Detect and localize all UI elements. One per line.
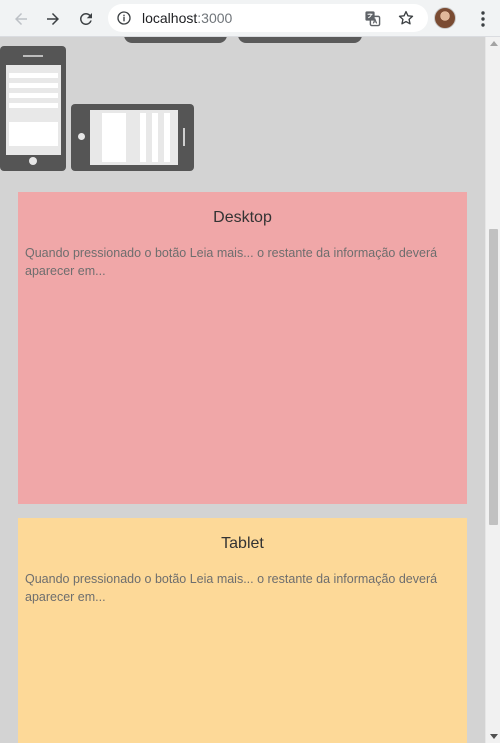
tablet-screen [90,110,178,165]
phone-screen [6,65,61,155]
browser-toolbar: localhost:3000 [0,0,500,37]
arrow-left-icon [15,13,27,25]
tablet-camera [78,133,85,140]
address-bar[interactable]: localhost:3000 [108,4,428,32]
kebab-menu-icon [481,11,485,27]
phone-screen-block [9,122,58,146]
reload-icon [79,12,92,25]
scrollbar-thumb[interactable] [489,229,498,525]
translate-icon[interactable] [364,10,381,27]
tablet-card-text: Quando pressionado o botão Leia mais... … [25,572,438,604]
vertical-scrollbar[interactable] [485,37,500,743]
phone-screen-line [9,103,58,108]
scroll-up-arrow-icon[interactable] [490,41,498,46]
phone-screen-line [9,83,58,88]
info-icon[interactable] [116,10,132,26]
url-text: localhost:3000 [142,10,232,26]
partial-button-left[interactable] [124,37,227,43]
partial-button-right[interactable] [238,37,362,43]
phone-screen-line [9,73,58,78]
forward-button[interactable] [40,6,66,32]
browser-menu-button[interactable] [470,6,496,32]
phone-speaker [23,55,43,57]
arrow-right-icon [47,13,59,25]
reload-button[interactable] [73,6,99,32]
phone-screen-line [9,93,58,98]
page-viewport[interactable]: Desktop Quando pressionado o botão Leia … [0,37,500,743]
desktop-card-title: Desktop [213,209,272,226]
avatar[interactable] [434,7,456,29]
back-button[interactable] [8,6,34,32]
phone-home-button [29,157,37,165]
tablet-illustration-icon [71,104,194,171]
desktop-card: Desktop Quando pressionado o botão Leia … [18,192,467,504]
url-host: localhost [142,10,198,26]
tablet-card-title: Tablet [221,535,264,552]
tablet-screen-column [152,113,158,162]
star-icon[interactable] [397,9,415,27]
url-port: :3000 [197,10,233,26]
phone-illustration-icon [0,46,66,171]
tablet-screen-column [102,113,126,162]
tablet-card: Tablet Quando pressionado o botão Leia m… [18,518,467,743]
tablet-side-button [183,128,185,146]
scroll-down-arrow-icon[interactable] [490,734,498,739]
tablet-screen-column [140,113,146,162]
desktop-card-text: Quando pressionado o botão Leia mais... … [25,246,438,278]
tablet-screen-column [164,113,170,162]
